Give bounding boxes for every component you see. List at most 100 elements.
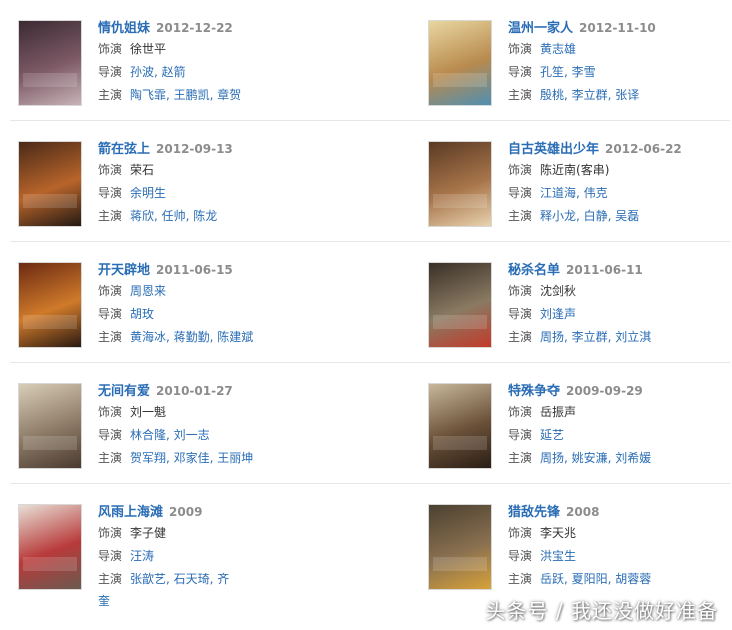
item-title[interactable]: 无间有爱 (98, 384, 150, 399)
role-value[interactable]: 黄志雄 (540, 42, 576, 56)
director-label: 导演 (508, 186, 533, 200)
director-links[interactable]: 胡玫 (130, 307, 154, 321)
director-links[interactable]: 江道海, 伟克 (540, 186, 608, 200)
list-row: 开天辟地 2011-06-15 饰演 周恩来 导演 胡玫 主演 黄海冰, 蒋勤勤, 陈建… (0, 242, 732, 363)
role-label: 饰演 (98, 526, 123, 540)
cast-links[interactable]: 陶飞霏, 王鹏凯, 章贺 (130, 88, 241, 102)
cast-links[interactable]: 周扬, 姚安濂, 刘希媛 (540, 451, 651, 465)
filmography-list: 情仇姐妹 2012-12-22 饰演 徐世平 导演 孙波, 赵箭 主演 陶飞霏, 王鹏凯… (0, 0, 732, 608)
cast-label: 主演 (98, 88, 123, 102)
director-label: 导演 (508, 428, 533, 442)
director-label: 导演 (98, 65, 123, 79)
list-item: 开天辟地 2011-06-15 饰演 周恩来 导演 胡玫 主演 黄海冰, 蒋勤勤, 陈建… (18, 258, 318, 358)
item-title[interactable]: 自古英雄出少年 (508, 142, 599, 157)
role-value: 徐世平 (130, 42, 167, 56)
list-item: 情仇姐妹 2012-12-22 饰演 徐世平 导演 孙波, 赵箭 主演 陶飞霏, 王鹏凯… (18, 16, 318, 116)
list-item: 温州一家人 2012-11-10 饰演 黄志雄 导演 孔笙, 李雪 主演 殷桃, 李立群… (428, 16, 728, 116)
poster-image[interactable] (428, 141, 492, 227)
list-row: 箭在弦上 2012-09-13 饰演 荣石 导演 余明生 主演 蒋欣, 任帅, 陈龙 自… (0, 121, 732, 242)
list-row: 风雨上海滩 2009 饰演 李子健 导演 汪涛 主演 张歆艺, 石天琦, 齐奎 猎敌先锋… (0, 484, 732, 608)
item-title[interactable]: 秘杀名单 (508, 263, 560, 278)
cast-links[interactable]: 贺军翔, 邓家佳, 王丽坤 (130, 451, 253, 465)
poster-image[interactable] (428, 383, 492, 469)
cast-label: 主演 (508, 451, 533, 465)
poster-image[interactable] (18, 141, 82, 227)
director-links[interactable]: 孙波, 赵箭 (130, 65, 186, 79)
director-label: 导演 (98, 186, 123, 200)
item-title[interactable]: 风雨上海滩 (98, 505, 163, 520)
item-date: 2012-11-10 (579, 21, 656, 35)
director-label: 导演 (508, 549, 533, 563)
item-date: 2010-01-27 (156, 384, 233, 398)
cast-label: 主演 (98, 209, 123, 223)
list-item: 猎敌先锋 2008 饰演 李天兆 导演 洪宝生 主演 岳跃, 夏阳阳, 胡蓉蓉 (428, 500, 728, 600)
role-label: 饰演 (508, 405, 533, 419)
role-value: 李子健 (130, 526, 167, 540)
watermark-text: 头条号 / 我还没做好准备 (485, 599, 718, 623)
item-date: 2011-06-11 (566, 263, 643, 277)
poster-image[interactable] (18, 504, 82, 590)
list-row: 无间有爱 2010-01-27 饰演 刘一魁 导演 林合隆, 刘一志 主演 贺军翔, 邓… (0, 363, 732, 484)
item-title[interactable]: 猎敌先锋 (508, 505, 560, 520)
list-item: 特殊争夺 2009-09-29 饰演 岳振声 导演 延艺 主演 周扬, 姚安濂, 刘希媛 (428, 379, 728, 479)
role-label: 饰演 (508, 526, 533, 540)
list-item: 自古英雄出少年 2012-06-22 饰演 陈近南(客串) 导演 江道海, 伟克 主演… (428, 137, 728, 237)
role-label: 饰演 (98, 163, 123, 177)
director-label: 导演 (98, 307, 123, 321)
role-label: 饰演 (508, 42, 533, 56)
list-item: 秘杀名单 2011-06-11 饰演 沈剑秋 导演 刘逢声 主演 周扬, 李立群, 刘立… (428, 258, 728, 358)
cast-links[interactable]: 殷桃, 李立群, 张译 (540, 88, 639, 102)
director-links[interactable]: 洪宝生 (540, 549, 576, 563)
role-value: 荣石 (130, 163, 155, 177)
item-title[interactable]: 情仇姐妹 (98, 21, 150, 36)
role-label: 饰演 (98, 42, 123, 56)
item-date: 2009 (169, 505, 203, 519)
cast-label: 主演 (98, 572, 123, 586)
director-links[interactable]: 延艺 (540, 428, 564, 442)
role-value[interactable]: 周恩来 (130, 284, 166, 298)
role-value: 陈近南(客串) (540, 163, 610, 177)
poster-image[interactable] (428, 20, 492, 106)
list-item: 箭在弦上 2012-09-13 饰演 荣石 导演 余明生 主演 蒋欣, 任帅, 陈龙 (18, 137, 318, 237)
director-links[interactable]: 林合隆, 刘一志 (130, 428, 210, 442)
cast-label: 主演 (508, 330, 533, 344)
poster-image[interactable] (428, 504, 492, 590)
role-value: 沈剑秋 (540, 284, 577, 298)
director-links[interactable]: 汪涛 (130, 549, 154, 563)
cast-links[interactable]: 蒋欣, 任帅, 陈龙 (130, 209, 217, 223)
poster-image[interactable] (18, 20, 82, 106)
role-label: 饰演 (98, 284, 123, 298)
item-title[interactable]: 特殊争夺 (508, 384, 560, 399)
director-links[interactable]: 余明生 (130, 186, 166, 200)
director-links[interactable]: 刘逢声 (540, 307, 576, 321)
item-date: 2008 (566, 505, 600, 519)
cast-links[interactable]: 周扬, 李立群, 刘立淇 (540, 330, 651, 344)
cast-label: 主演 (98, 451, 123, 465)
poster-image[interactable] (18, 383, 82, 469)
item-date: 2011-06-15 (156, 263, 233, 277)
item-title[interactable]: 箭在弦上 (98, 142, 150, 157)
cast-links[interactable]: 黄海冰, 蒋勤勤, 陈建斌 (130, 330, 253, 344)
cast-label: 主演 (508, 88, 533, 102)
list-item: 无间有爱 2010-01-27 饰演 刘一魁 导演 林合隆, 刘一志 主演 贺军翔, 邓… (18, 379, 318, 479)
item-date: 2012-09-13 (156, 142, 233, 156)
item-title[interactable]: 开天辟地 (98, 263, 150, 278)
director-label: 导演 (508, 307, 533, 321)
director-links[interactable]: 孔笙, 李雪 (540, 65, 596, 79)
cast-label: 主演 (98, 330, 123, 344)
poster-image[interactable] (428, 262, 492, 348)
cast-links[interactable]: 释小龙, 白静, 吴磊 (540, 209, 639, 223)
role-label: 饰演 (98, 405, 123, 419)
item-date: 2009-09-29 (566, 384, 643, 398)
item-date: 2012-06-22 (605, 142, 682, 156)
director-label: 导演 (98, 549, 123, 563)
poster-image[interactable] (18, 262, 82, 348)
director-label: 导演 (98, 428, 123, 442)
item-title[interactable]: 温州一家人 (508, 21, 573, 36)
role-value: 李天兆 (540, 526, 577, 540)
cast-links[interactable]: 岳跃, 夏阳阳, 胡蓉蓉 (540, 572, 651, 586)
role-value: 岳振声 (540, 405, 577, 419)
cast-label: 主演 (508, 209, 533, 223)
cast-label: 主演 (508, 572, 533, 586)
role-value: 刘一魁 (130, 405, 167, 419)
